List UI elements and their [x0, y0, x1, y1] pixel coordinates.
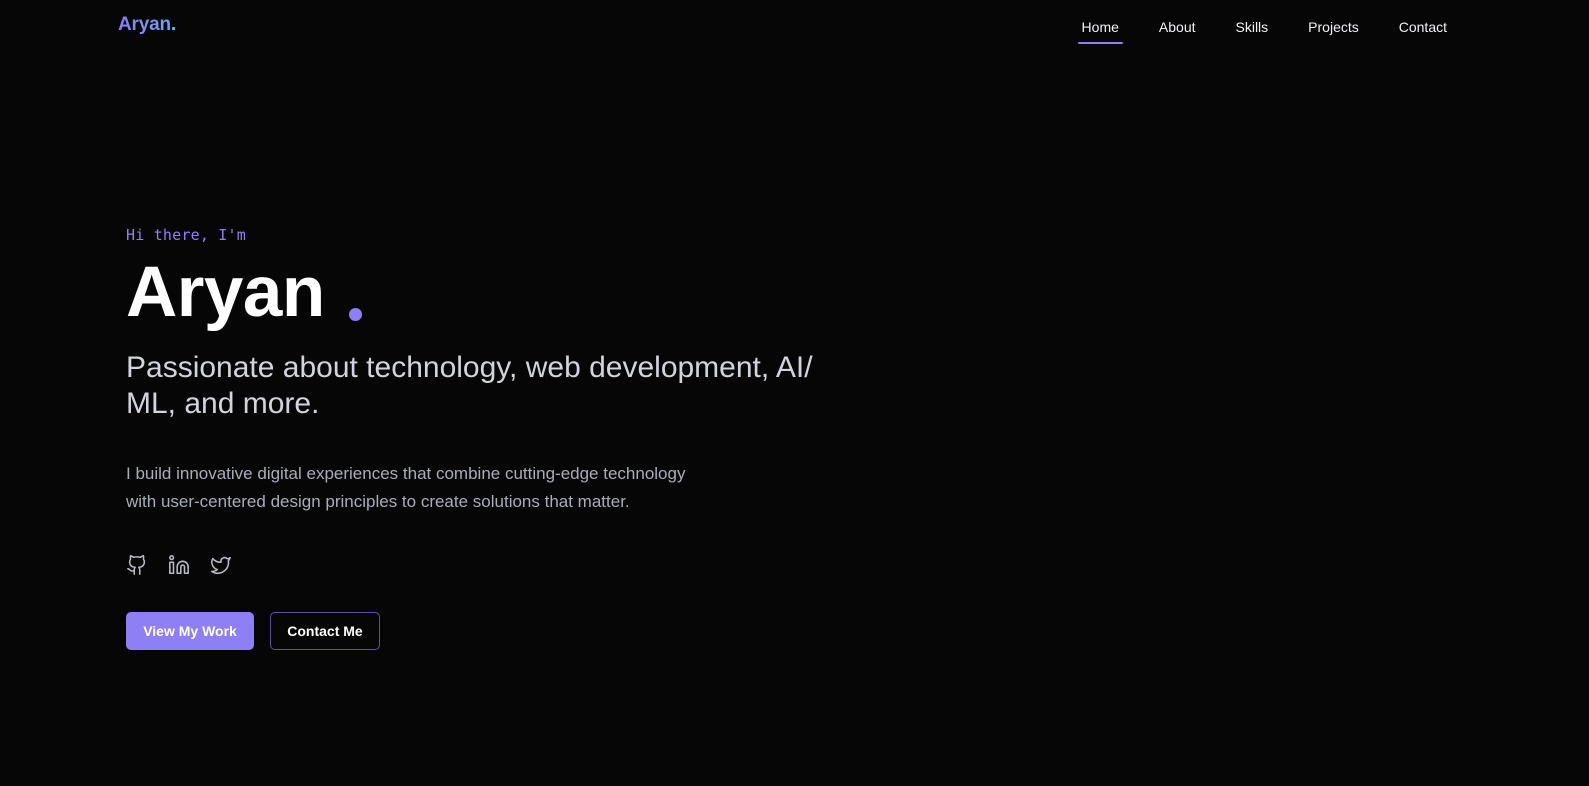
nav-link-projects[interactable]: Projects: [1288, 18, 1379, 44]
social-links: [126, 554, 886, 576]
logo-text: Aryan: [118, 14, 171, 35]
nav-link-about[interactable]: About: [1139, 18, 1216, 44]
hero-name: Aryan: [126, 253, 325, 332]
accent-dot: [348, 308, 362, 321]
nav-link-home[interactable]: Home: [1062, 18, 1139, 44]
hero-buttons: View My Work Contact Me: [126, 612, 886, 650]
hero-name-row: Aryan: [126, 256, 886, 330]
hero-greeting: Hi there, I'm: [126, 226, 246, 244]
hero-description: I build innovative digital experiences t…: [126, 464, 686, 511]
github-icon[interactable]: [126, 554, 148, 576]
twitter-icon[interactable]: [210, 554, 232, 576]
nav-links: Home About Skills Projects Contact: [1062, 18, 1467, 44]
nav-link-skills[interactable]: Skills: [1216, 18, 1289, 44]
page: Aryan. Home About Skills Projects Contac…: [0, 0, 1589, 786]
nav-link-contact[interactable]: Contact: [1379, 18, 1467, 44]
contact-me-button[interactable]: Contact Me: [270, 612, 380, 650]
hero-tagline: Passionate about technology, web develop…: [126, 351, 813, 420]
linkedin-icon[interactable]: [168, 554, 190, 576]
site-logo[interactable]: Aryan.: [118, 14, 176, 36]
logo-dot: .: [170, 14, 176, 35]
hero-section: Hi there, I'm Aryan Passionate about tec…: [126, 226, 886, 650]
top-nav: Aryan. Home About Skills Projects Contac…: [0, 0, 1589, 54]
view-my-work-button[interactable]: View My Work: [126, 612, 254, 650]
